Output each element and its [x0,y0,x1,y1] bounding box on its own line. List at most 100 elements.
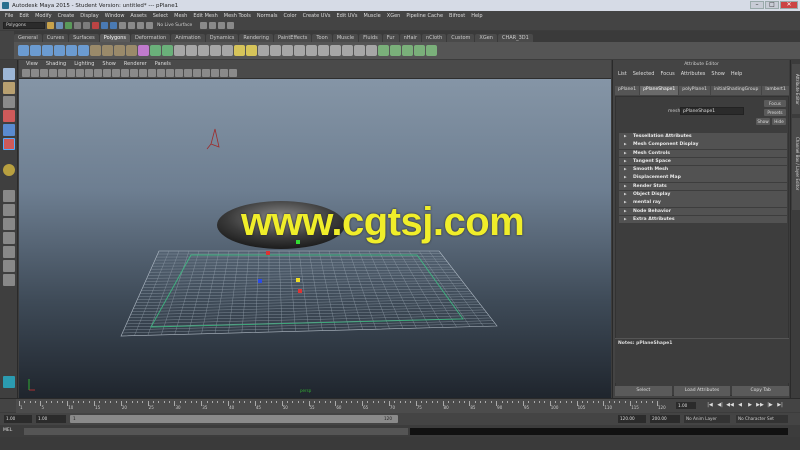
poly-cone-icon[interactable] [54,45,65,56]
camera-attributes-icon[interactable] [31,69,39,77]
manipulator-z-handle[interactable] [258,279,262,283]
section-mental-ray[interactable]: mental ray [619,199,787,207]
poly-sphere-icon[interactable] [18,45,29,56]
smooth-shade-icon[interactable] [130,69,138,77]
lasso-tool-icon[interactable] [3,82,15,94]
ipr-render-icon[interactable] [209,21,217,29]
insert-edge-loop-icon[interactable] [330,45,341,56]
shelf-tab-custom[interactable]: Custom [447,34,475,42]
uv-editor-icon[interactable] [378,45,389,56]
ae-menu-show[interactable]: Show [708,71,728,77]
snap-grid-icon[interactable] [119,21,126,29]
undo-icon[interactable] [74,21,81,29]
shadows-icon[interactable] [166,69,174,77]
ae-menu-list[interactable]: List [615,71,630,77]
image-plane-icon[interactable] [49,69,57,77]
shelf-tab-polygons[interactable]: Polygons [99,34,130,42]
viewport-renderer-icon[interactable] [229,69,237,77]
menu-pipeline-cache[interactable]: Pipeline Cache [403,13,446,19]
time-slider-track[interactable]: 1 5 10 15 20 25 30 35 40 45 50 55 60 65 70 75 80 85 90 95 10… [16,399,666,413]
menu-muscle[interactable]: Muscle [360,13,383,19]
isolate-select-icon[interactable] [193,69,201,77]
section-tangent-space[interactable]: Tangent Space [619,157,787,166]
ambient-occlusion-icon[interactable] [175,69,183,77]
open-scene-icon[interactable] [56,21,63,29]
shelf-tab-muscle[interactable]: Muscle [332,34,359,42]
paint-select-icon[interactable] [3,96,15,108]
mirror-geometry-icon[interactable] [234,45,245,56]
playback-end-field[interactable]: 120.00 [618,415,646,423]
fill-hole-icon[interactable] [306,45,317,56]
shelf-tab-ncloth[interactable]: nCloth [422,34,447,42]
shelf-tab-fluids[interactable]: Fluids [359,34,382,42]
snap-surface-icon[interactable] [146,21,153,29]
new-scene-icon[interactable] [47,21,54,29]
menu-create[interactable]: Create [55,13,78,19]
shelf-tab-xgen[interactable]: XGen [475,34,497,42]
use-all-lights-icon[interactable] [157,69,165,77]
viewport-menu-shading[interactable]: Shading [42,61,70,67]
shelf-tab-char[interactable]: CHAR_3D1 [497,34,533,42]
poke-icon[interactable] [366,45,377,56]
section-smooth-mesh[interactable]: Smooth Mesh [619,166,787,174]
safe-action-icon[interactable] [103,69,111,77]
menu-window[interactable]: Window [102,13,128,19]
step-forward-frame-button[interactable]: ▶▶ [756,402,764,408]
anim-layer-dropdown[interactable]: No Anim Layer [684,415,730,423]
menu-mesh[interactable]: Mesh [171,13,190,19]
menu-help[interactable]: Help [468,13,485,19]
wireframe-on-shaded-icon[interactable] [139,69,147,77]
viewport-menu-renderer[interactable]: Renderer [120,61,151,67]
notes-area[interactable]: Notes: pPlaneShape1 [615,338,789,383]
side-tab-channel-box[interactable]: Channel Box / Layer Editor [792,118,800,210]
viewport-menu-view[interactable]: View [22,61,42,67]
field-chart-icon[interactable] [94,69,102,77]
shelf-options[interactable] [0,31,14,59]
menu-display[interactable]: Display [77,13,101,19]
xray-joints-icon[interactable] [211,69,219,77]
range-bar[interactable]: 1 120 [70,415,398,423]
menu-create-uvs[interactable]: Create UVs [300,13,334,19]
layout-side-icon[interactable] [3,218,15,230]
select-object-icon[interactable] [101,21,108,29]
animation-end-field[interactable]: 200.00 [650,415,680,423]
layout-graph-icon[interactable] [3,246,15,258]
shelf-tab-animation[interactable]: Animation [171,34,205,42]
menuset-dropdown[interactable]: Polygons [3,21,45,29]
boolean-union-icon[interactable] [198,45,209,56]
bridge-icon[interactable] [270,45,281,56]
resolution-gate-icon[interactable] [76,69,84,77]
planar-mapping-icon[interactable] [390,45,401,56]
play-forwards-button[interactable]: ▶ [746,402,754,408]
ae-menu-attributes[interactable]: Attributes [678,71,709,77]
rotate-tool-icon[interactable] [3,124,15,136]
play-backwards-button[interactable]: ◀ [736,402,744,408]
automatic-mapping-icon[interactable] [426,45,437,56]
mudbox-send-icon[interactable] [3,376,15,388]
snap-curve-icon[interactable] [128,21,135,29]
go-to-end-button[interactable]: ▶| [776,402,784,408]
menu-select[interactable]: Select [150,13,171,19]
move-tool-icon[interactable] [3,110,15,122]
hide-button[interactable]: Hide [772,118,786,125]
shelf-tab-dynamics[interactable]: Dynamics [205,34,239,42]
command-input[interactable] [24,428,408,435]
section-tessellation-attributes[interactable]: Tessellation Attributes [619,133,787,141]
grid-toggle-icon[interactable] [58,69,66,77]
step-back-key-button[interactable]: ◀| [716,402,724,408]
section-extra-attributes[interactable]: Extra Attributes [619,215,787,224]
snap-point-icon[interactable] [137,21,144,29]
menu-normals[interactable]: Normals [254,13,281,19]
viewport-menu-lighting[interactable]: Lighting [70,61,98,67]
ae-menu-selected[interactable]: Selected [630,71,658,77]
bookmark-icon[interactable] [40,69,48,77]
menu-modify[interactable]: Modify [32,13,55,19]
layout-hypershade-icon[interactable] [3,260,15,272]
show-button[interactable]: Show [756,118,770,125]
soft-mod-icon[interactable] [3,164,15,176]
layout-outliner-icon[interactable] [3,232,15,244]
append-polygon-icon[interactable] [294,45,305,56]
layout-four-icon[interactable] [3,204,15,216]
poly-pyramid-icon[interactable] [102,45,113,56]
cylindrical-mapping-icon[interactable] [402,45,413,56]
